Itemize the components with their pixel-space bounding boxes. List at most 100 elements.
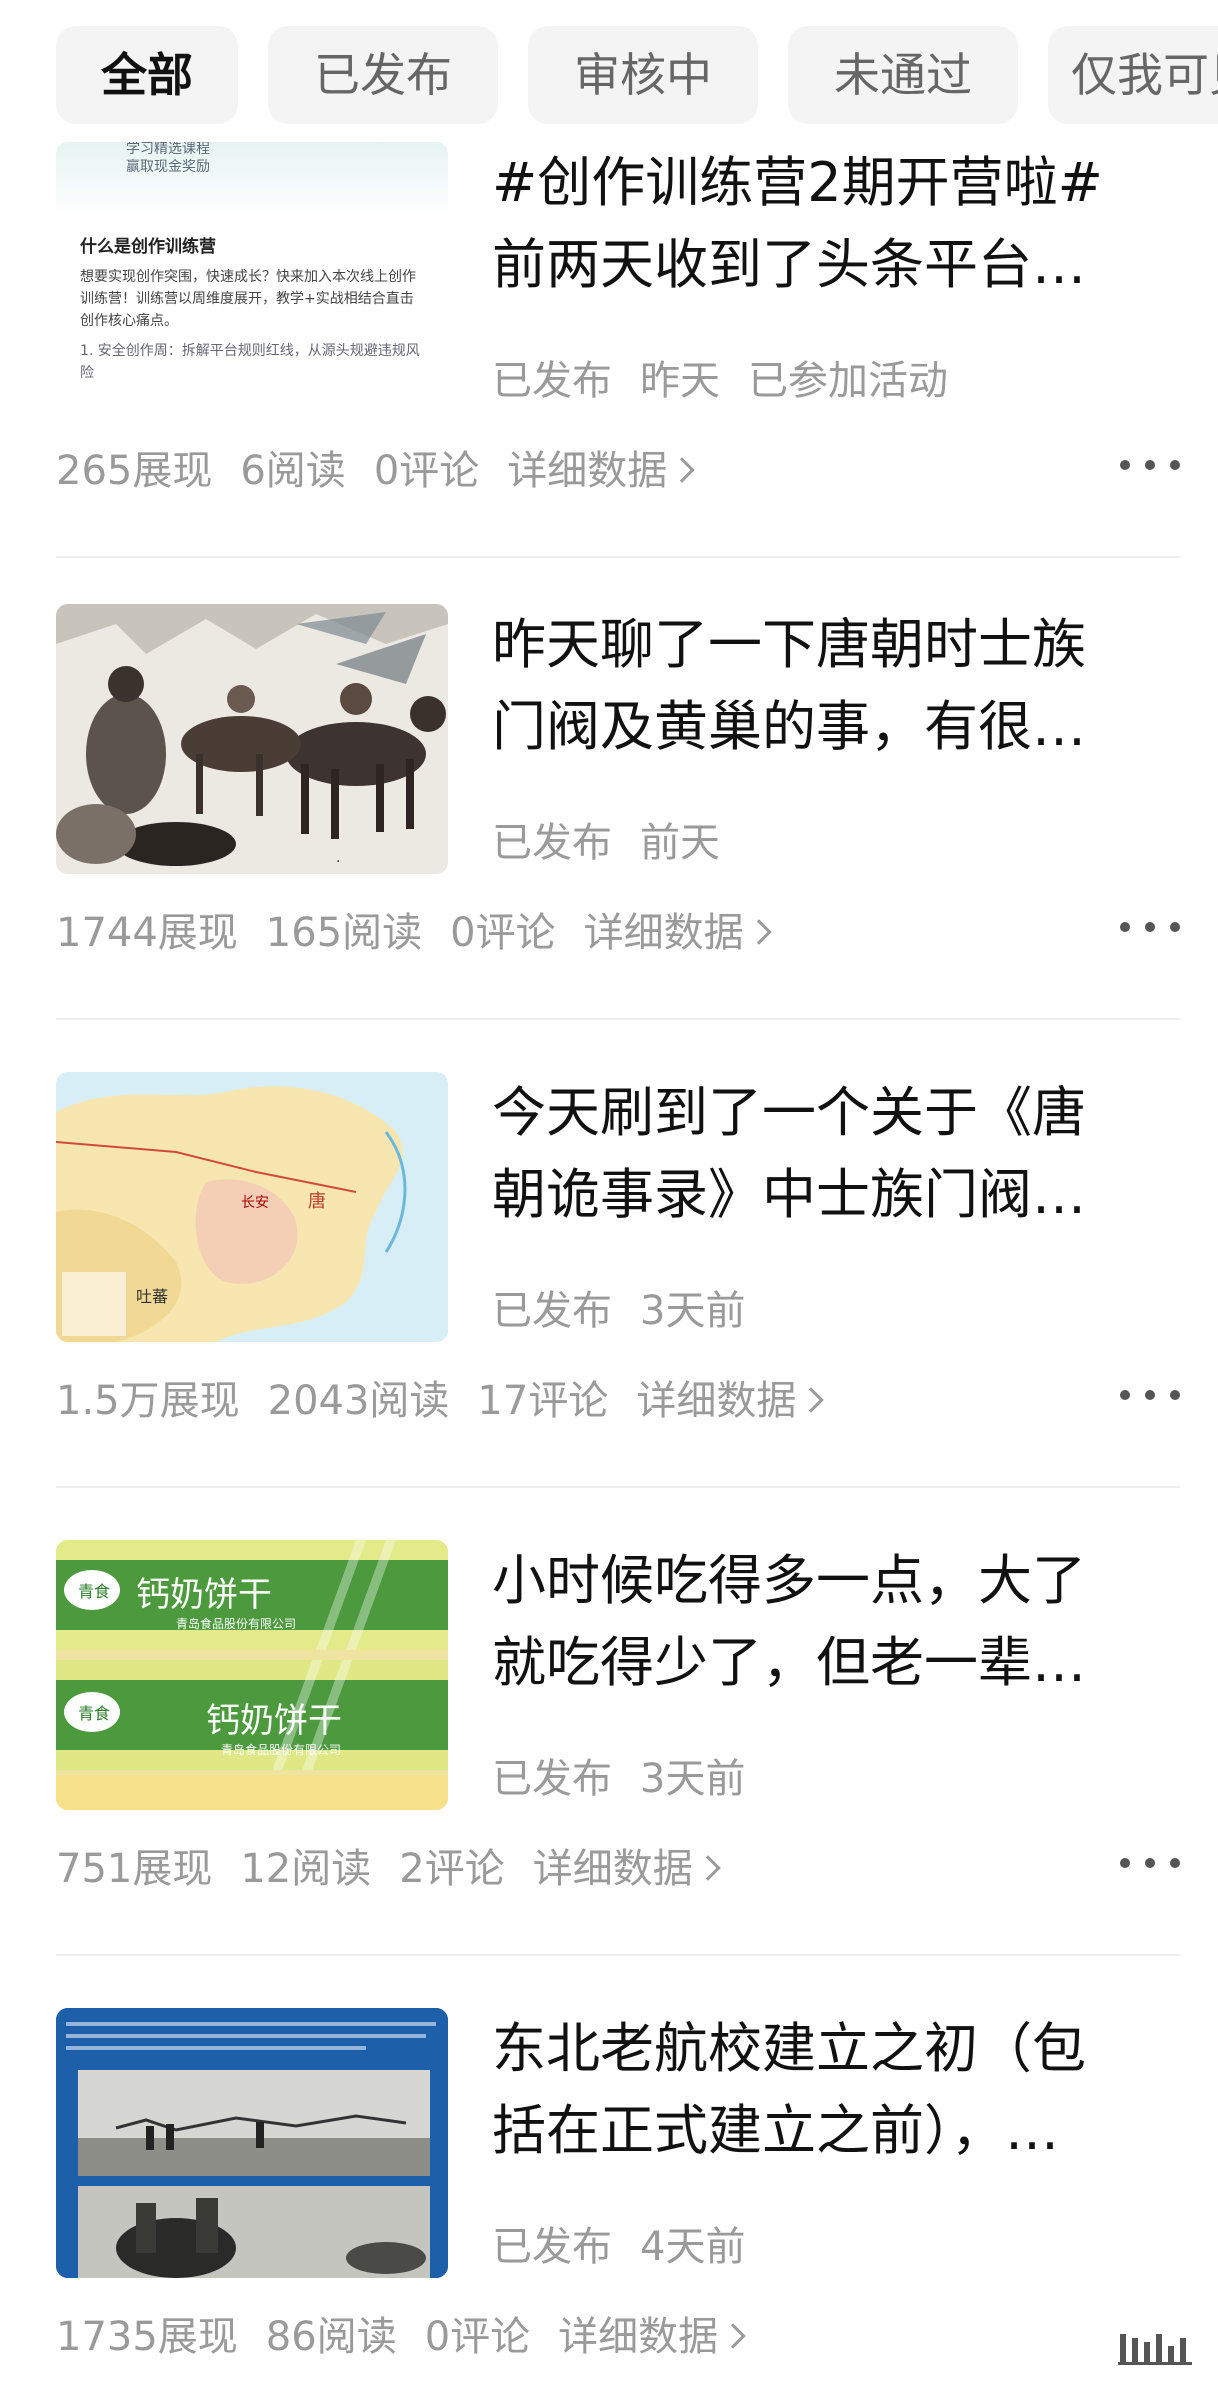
views-count: 1735展现 bbox=[56, 2314, 238, 2360]
title-line: 门阀及黄巢的事，有很… bbox=[492, 695, 1086, 758]
views-count: 751展现 bbox=[56, 1846, 213, 1892]
divider bbox=[56, 1486, 1180, 1488]
product-text: 钙奶饼干 bbox=[136, 1575, 272, 1615]
detail-data-link[interactable]: 详细数据 bbox=[507, 448, 667, 494]
detail-data-link[interactable]: 详细数据 bbox=[533, 1846, 693, 1892]
title-line: #创作训练营2期开营啦# bbox=[492, 151, 1103, 214]
company-text: 青岛食品股份有限公司 bbox=[176, 1616, 296, 1631]
status-label: 已发布 bbox=[492, 820, 612, 866]
article-title[interactable]: #创作训练营2期开营啦# 前两天收到了头条平台… bbox=[492, 142, 1192, 306]
article-item[interactable]: . 昨天聊了一下唐朝时士族 门阀及黄巢的事，有很… 已发布 前天 1744展现 16… bbox=[56, 604, 1180, 1072]
article-stats: 751展现 12阅读 2评论 详细数据 bbox=[56, 1836, 721, 1894]
status-label: 已发布 bbox=[492, 358, 612, 404]
time-label: 3天前 bbox=[640, 1756, 746, 1802]
chevron-right-icon bbox=[694, 1855, 721, 1881]
article-title[interactable]: 昨天聊了一下唐朝时士族 门阀及黄巢的事，有很… bbox=[492, 604, 1192, 768]
views-count: 265展现 bbox=[56, 448, 213, 494]
tab-all[interactable]: 全部 bbox=[56, 26, 238, 124]
thumb-heading: 什么是创作训练营 bbox=[80, 237, 216, 257]
time-label: 4天前 bbox=[640, 2224, 746, 2270]
article-thumbnail: 长安 唐 吐蕃 bbox=[56, 1072, 448, 1342]
map-label: 长安 bbox=[241, 1195, 269, 1211]
thumb-card: 什么是创作训练营 想要实现创作突围，快速成长？快来加入本次线上创作训练营！训练营… bbox=[66, 212, 438, 412]
more-options-icon[interactable] bbox=[1120, 1848, 1180, 1878]
reads-count: 165阅读 bbox=[265, 910, 423, 956]
title-line: 括在正式建立之前），… bbox=[492, 2099, 1059, 2162]
time-label: 3天前 bbox=[640, 1288, 746, 1334]
tab-published[interactable]: 已发布 bbox=[268, 26, 498, 124]
article-meta: 已发布 4天前 bbox=[492, 2214, 773, 2272]
article-title[interactable]: 今天刷到了一个关于《唐 朝诡事录》中士族门阀… bbox=[492, 1072, 1192, 1236]
brand-text: 青食 bbox=[78, 1704, 110, 1723]
divider bbox=[56, 556, 1180, 558]
more-options-icon[interactable] bbox=[1120, 450, 1180, 480]
article-meta: 已发布 前天 bbox=[492, 810, 748, 868]
views-count: 1.5万展现 bbox=[56, 1378, 240, 1424]
status-label: 已发布 bbox=[492, 2224, 612, 2270]
detail-data-link[interactable]: 详细数据 bbox=[584, 910, 744, 956]
detail-data-link[interactable]: 详细数据 bbox=[636, 1378, 796, 1424]
title-line: 昨天聊了一下唐朝时士族 bbox=[492, 613, 1086, 676]
title-line: 今天刷到了一个关于《唐 bbox=[492, 1081, 1086, 1144]
article-stats: 265展现 6阅读 0评论 详细数据 bbox=[56, 438, 695, 496]
painting-illustration: . bbox=[56, 604, 448, 874]
divider bbox=[56, 1954, 1180, 1956]
article-thumbnail: 学习精选课程 赢取现金奖励 什么是创作训练营 想要实现创作突围，快速成长？快来加… bbox=[56, 142, 448, 412]
thumb-text: 赢取现金奖励 bbox=[126, 159, 210, 175]
comments-count: 0评论 bbox=[424, 2314, 531, 2360]
chevron-right-icon bbox=[720, 2323, 746, 2349]
article-item[interactable]: 青食 钙奶饼干 青岛食品股份有限公司 青食 钙奶饼干 青岛食品股份有限公司 小时… bbox=[56, 1540, 1180, 2008]
comments-count: 0评论 bbox=[373, 448, 480, 494]
watermark-logo bbox=[1118, 2334, 1192, 2365]
article-title[interactable]: 东北老航校建立之初（包 括在正式建立之前），… bbox=[492, 2008, 1192, 2172]
status-label: 已发布 bbox=[492, 1288, 612, 1334]
article-stats: 1735展现 86阅读 0评论 详细数据 bbox=[56, 2304, 746, 2362]
status-label: 已发布 bbox=[492, 1756, 612, 1802]
chevron-right-icon bbox=[798, 1387, 825, 1413]
tab-private[interactable]: 仅我可见 bbox=[1048, 26, 1218, 124]
activity-tag: 已参加活动 bbox=[748, 358, 948, 404]
thumb-item: 1. 安全创作周：拆解平台规则红线，从源头规避违规风险 bbox=[80, 343, 420, 381]
comments-count: 17评论 bbox=[477, 1378, 609, 1424]
title-line: 东北老航校建立之初（包 bbox=[492, 2017, 1086, 2080]
tab-reviewing[interactable]: 审核中 bbox=[528, 26, 758, 124]
filter-tabs: 全部已发布审核中未通过仅我可见 bbox=[56, 26, 1218, 124]
time-label: 前天 bbox=[640, 820, 720, 866]
title-line: 就吃得少了，但老一辈… bbox=[492, 1631, 1086, 1694]
detail-data-link[interactable]: 详细数据 bbox=[558, 2314, 718, 2360]
historical-photo-illustration bbox=[56, 2008, 448, 2278]
article-stats: 1744展现 165阅读 0评论 详细数据 bbox=[56, 900, 772, 958]
tab-rejected[interactable]: 未通过 bbox=[788, 26, 1018, 124]
time-label: 昨天 bbox=[640, 358, 720, 404]
article-meta: 已发布 3天前 bbox=[492, 1278, 773, 1336]
article-stats: 1.5万展现 2043阅读 17评论 详细数据 bbox=[56, 1368, 825, 1426]
article-item[interactable]: 学习精选课程 赢取现金奖励 什么是创作训练营 想要实现创作突围，快速成长？快来加… bbox=[56, 142, 1180, 610]
chevron-right-icon bbox=[669, 457, 695, 483]
article-thumbnail: . bbox=[56, 604, 448, 874]
brand-text: 青食 bbox=[78, 1582, 110, 1601]
thumb-body: 想要实现创作突围，快速成长？快来加入本次线上创作训练营！训练营以周维度展开，教学… bbox=[80, 269, 416, 329]
divider bbox=[56, 1018, 1180, 1020]
article-item[interactable]: 长安 唐 吐蕃 今天刷到了一个关于《唐 朝诡事录》中士族门阀… 已发布 3天前 1… bbox=[56, 1072, 1180, 1540]
article-meta: 已发布 3天前 bbox=[492, 1746, 773, 1804]
svg-text:.: . bbox=[336, 850, 340, 866]
title-line: 朝诡事录》中士族门阀… bbox=[492, 1163, 1086, 1226]
map-label: 吐蕃 bbox=[136, 1287, 168, 1306]
reads-count: 2043阅读 bbox=[267, 1378, 450, 1424]
map-illustration: 长安 唐 吐蕃 bbox=[56, 1072, 448, 1342]
article-title[interactable]: 小时候吃得多一点，大了 就吃得少了，但老一辈… bbox=[492, 1540, 1192, 1704]
title-line: 小时候吃得多一点，大了 bbox=[492, 1549, 1086, 1612]
article-item[interactable]: 东北老航校建立之初（包 括在正式建立之前），… 已发布 4天前 1735展现 86阅… bbox=[56, 2008, 1180, 2396]
comments-count: 0评论 bbox=[450, 910, 556, 956]
product-text: 钙奶饼干 bbox=[206, 1701, 342, 1741]
article-meta: 已发布 昨天 已参加活动 bbox=[492, 348, 976, 406]
more-options-icon[interactable] bbox=[1120, 912, 1180, 942]
more-options-icon[interactable] bbox=[1120, 1380, 1180, 1410]
chevron-right-icon bbox=[745, 919, 772, 945]
title-line: 前两天收到了头条平台… bbox=[492, 233, 1086, 296]
article-thumbnail: 青食 钙奶饼干 青岛食品股份有限公司 青食 钙奶饼干 青岛食品股份有限公司 bbox=[56, 1540, 448, 1810]
views-count: 1744展现 bbox=[56, 910, 238, 956]
reads-count: 12阅读 bbox=[240, 1846, 372, 1892]
article-thumbnail bbox=[56, 2008, 448, 2278]
map-label: 唐 bbox=[308, 1191, 326, 1212]
